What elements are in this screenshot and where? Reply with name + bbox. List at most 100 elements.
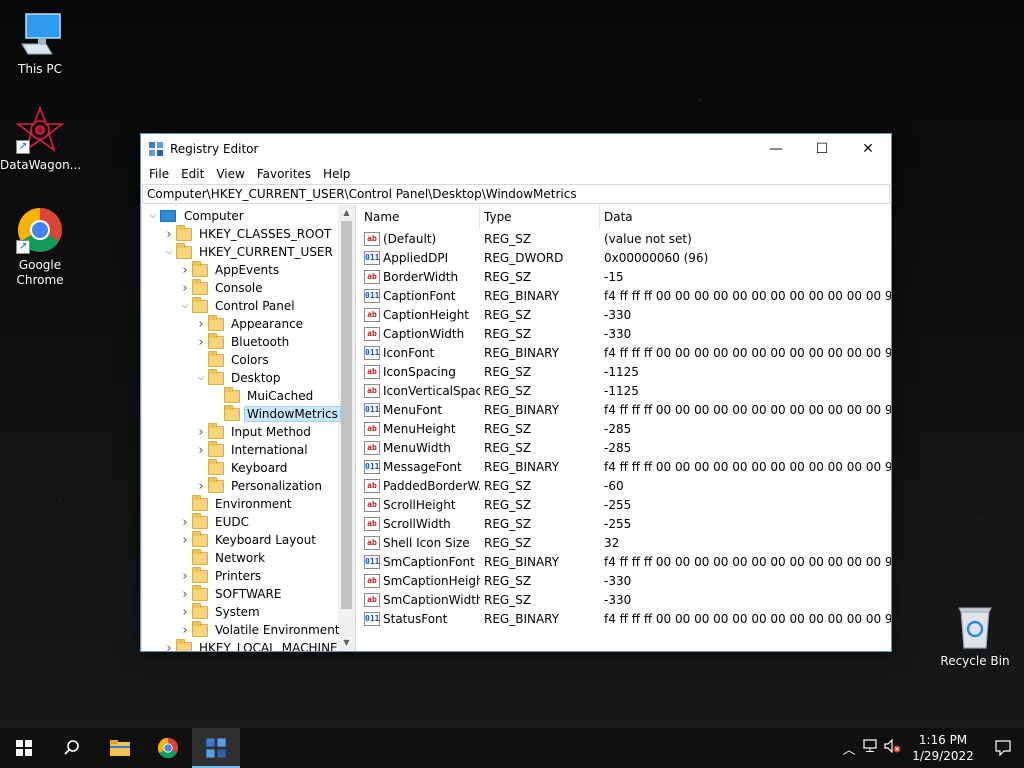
- value-row[interactable]: abIconVerticalSpac... REG_SZ -1125: [360, 381, 891, 400]
- chevron-down-icon[interactable]: ⌵: [146, 211, 160, 221]
- tree-node[interactable]: › Input Method: [194, 422, 314, 441]
- value-row[interactable]: 011 AppliedDPI REG_DWORD 0x00000060 (96): [360, 248, 891, 267]
- tree-node[interactable]: ⌵ Desktop: [194, 368, 284, 387]
- tree-node[interactable]: › Appearance: [194, 314, 306, 333]
- desktop-icon-datawagon[interactable]: ↗ DataWagon...: [0, 105, 81, 173]
- maximize-button[interactable]: ☐: [799, 134, 845, 164]
- value-row[interactable]: ab ScrollHeight REG_SZ -255: [360, 495, 891, 514]
- tree-node[interactable]: Colors: [194, 350, 272, 369]
- tree-node[interactable]: › Personalization: [194, 476, 325, 495]
- chevron-right-icon[interactable]: ›: [178, 515, 192, 530]
- start-button[interactable]: [0, 728, 48, 768]
- value-row[interactable]: 011 SmCaptionFont REG_BINARY f4 ff ff ff 00…: [360, 552, 891, 571]
- chevron-right-icon[interactable]: ›: [178, 533, 192, 548]
- tree-node[interactable]: › System: [178, 602, 263, 621]
- menu-edit[interactable]: Edit: [175, 167, 210, 181]
- chevron-down-icon[interactable]: ⌵: [178, 301, 192, 311]
- chevron-down-icon[interactable]: ⌵: [194, 373, 208, 383]
- chevron-right-icon[interactable]: ›: [178, 569, 192, 584]
- tree-node[interactable]: Keyboard: [194, 458, 290, 477]
- binary-value-icon: 011: [364, 345, 380, 360]
- scroll-thumb[interactable]: [341, 221, 352, 609]
- menu-view[interactable]: View: [210, 167, 250, 181]
- chevron-up-icon[interactable]: ︿: [838, 739, 860, 758]
- value-row[interactable]: ab CaptionWidth REG_SZ -330: [360, 324, 891, 343]
- file-explorer-button[interactable]: [96, 728, 144, 768]
- tree-node[interactable]: › Bluetooth: [194, 332, 292, 351]
- minimize-button[interactable]: —: [753, 134, 799, 164]
- chevron-right-icon[interactable]: ›: [162, 641, 176, 652]
- column-header-data[interactable]: Data: [600, 205, 891, 229]
- tree-node[interactable]: ⌵ Control Panel: [178, 296, 298, 315]
- value-row[interactable]: ab SmCaptionWidth REG_SZ -330: [360, 590, 891, 609]
- tree-node[interactable]: MuiCached: [210, 386, 316, 405]
- tree-node[interactable]: › HKEY_CLASSES_ROOT: [162, 224, 334, 243]
- value-row[interactable]: ab PaddedBorderW... REG_SZ -60: [360, 476, 891, 495]
- chevron-down-icon[interactable]: ⌵: [162, 247, 176, 257]
- value-row[interactable]: 011 IconFont REG_BINARY f4 ff ff ff 00 00 0…: [360, 343, 891, 362]
- tree-node[interactable]: Network: [178, 548, 268, 567]
- tree-node[interactable]: › Keyboard Layout: [178, 530, 319, 549]
- value-row[interactable]: ab MenuHeight REG_SZ -285: [360, 419, 891, 438]
- string-value-icon: ab: [364, 478, 380, 493]
- tree-node[interactable]: › Volatile Environment: [178, 620, 343, 639]
- menu-file[interactable]: File: [143, 167, 175, 181]
- tree-node[interactable]: › Console: [178, 278, 266, 297]
- tree-node[interactable]: › International: [194, 440, 311, 459]
- chevron-right-icon[interactable]: ›: [178, 263, 192, 278]
- notification-center-button[interactable]: [982, 728, 1024, 768]
- title-bar[interactable]: Registry Editor — ☐ ✕: [141, 134, 891, 164]
- scroll-up-icon[interactable]: ▲: [338, 205, 355, 221]
- chrome-taskbar-button[interactable]: [144, 728, 192, 768]
- value-row[interactable]: ab Shell Icon Size REG_SZ 32: [360, 533, 891, 552]
- tree-node[interactable]: ⌵ Computer: [146, 207, 247, 225]
- chevron-right-icon[interactable]: ›: [194, 317, 208, 332]
- value-row[interactable]: ab (Default) REG_SZ (value not set): [360, 229, 891, 248]
- chevron-right-icon[interactable]: ›: [178, 623, 192, 638]
- regedit-taskbar-button[interactable]: [192, 728, 240, 768]
- chevron-right-icon[interactable]: ›: [194, 479, 208, 494]
- tree-node[interactable]: › HKEY_LOCAL_MACHINE: [162, 638, 341, 652]
- chevron-right-icon[interactable]: ›: [178, 281, 192, 296]
- tree-node[interactable]: WindowMetrics: [210, 404, 341, 423]
- tree-node[interactable]: › AppEvents: [178, 260, 282, 279]
- close-button[interactable]: ✕: [845, 134, 891, 164]
- column-header-name[interactable]: Name: [360, 205, 480, 229]
- column-header-type[interactable]: Type: [480, 205, 600, 229]
- chevron-right-icon[interactable]: ›: [162, 227, 176, 242]
- network-icon[interactable]: [860, 739, 882, 757]
- desktop-icon-google-chrome[interactable]: ↗ Google Chrome: [0, 206, 80, 288]
- value-row[interactable]: ab BorderWidth REG_SZ -15: [360, 267, 891, 286]
- value-row[interactable]: 011 MessageFont REG_BINARY f4 ff ff ff 00 0…: [360, 457, 891, 476]
- address-bar[interactable]: Computer\HKEY_CURRENT_USER\Control Panel…: [142, 184, 890, 204]
- tree-node[interactable]: › EUDC: [178, 512, 252, 531]
- value-row[interactable]: ab SmCaptionHeight REG_SZ -330: [360, 571, 891, 590]
- value-data: f4 ff ff ff 00 00 00 00 00 00 00 00 00 0…: [604, 288, 891, 303]
- menu-favorites[interactable]: Favorites: [251, 167, 317, 181]
- value-row[interactable]: ab IconSpacing REG_SZ -1125: [360, 362, 891, 381]
- value-row[interactable]: ab MenuWidth REG_SZ -285: [360, 438, 891, 457]
- value-row[interactable]: ab ScrollWidth REG_SZ -255: [360, 514, 891, 533]
- volume-muted-icon[interactable]: [882, 738, 904, 757]
- chevron-right-icon[interactable]: ›: [178, 587, 192, 602]
- tree-node-label: Input Method: [231, 425, 311, 439]
- clock[interactable]: 1:16 PM 1/29/2022: [904, 732, 982, 764]
- menu-help[interactable]: Help: [317, 167, 356, 181]
- tree-node[interactable]: › Printers: [178, 566, 264, 585]
- chevron-right-icon[interactable]: ›: [194, 425, 208, 440]
- tree-node[interactable]: › SOFTWARE: [178, 584, 284, 603]
- value-row[interactable]: 011 StatusFont REG_BINARY f4 ff ff ff 00 00…: [360, 609, 891, 628]
- desktop-icon-recycle-bin[interactable]: Recycle Bin: [935, 602, 1015, 669]
- value-row[interactable]: ab CaptionHeight REG_SZ -330: [360, 305, 891, 324]
- value-row[interactable]: 011 MenuFont REG_BINARY f4 ff ff ff 00 00 0…: [360, 400, 891, 419]
- search-button[interactable]: [48, 728, 96, 768]
- folder-icon: [224, 404, 240, 421]
- desktop-icon-this-pc[interactable]: This PC: [0, 10, 80, 77]
- tree-node[interactable]: ⌵ HKEY_CURRENT_USER: [162, 242, 336, 261]
- chevron-right-icon[interactable]: ›: [194, 443, 208, 458]
- chevron-right-icon[interactable]: ›: [178, 605, 192, 620]
- value-row[interactable]: 011 CaptionFont REG_BINARY f4 ff ff ff 00 0…: [360, 286, 891, 305]
- tree-scrollbar[interactable]: ▲ ▼: [338, 205, 355, 651]
- tree-node[interactable]: Environment: [178, 494, 295, 513]
- chevron-right-icon[interactable]: ›: [194, 335, 208, 350]
